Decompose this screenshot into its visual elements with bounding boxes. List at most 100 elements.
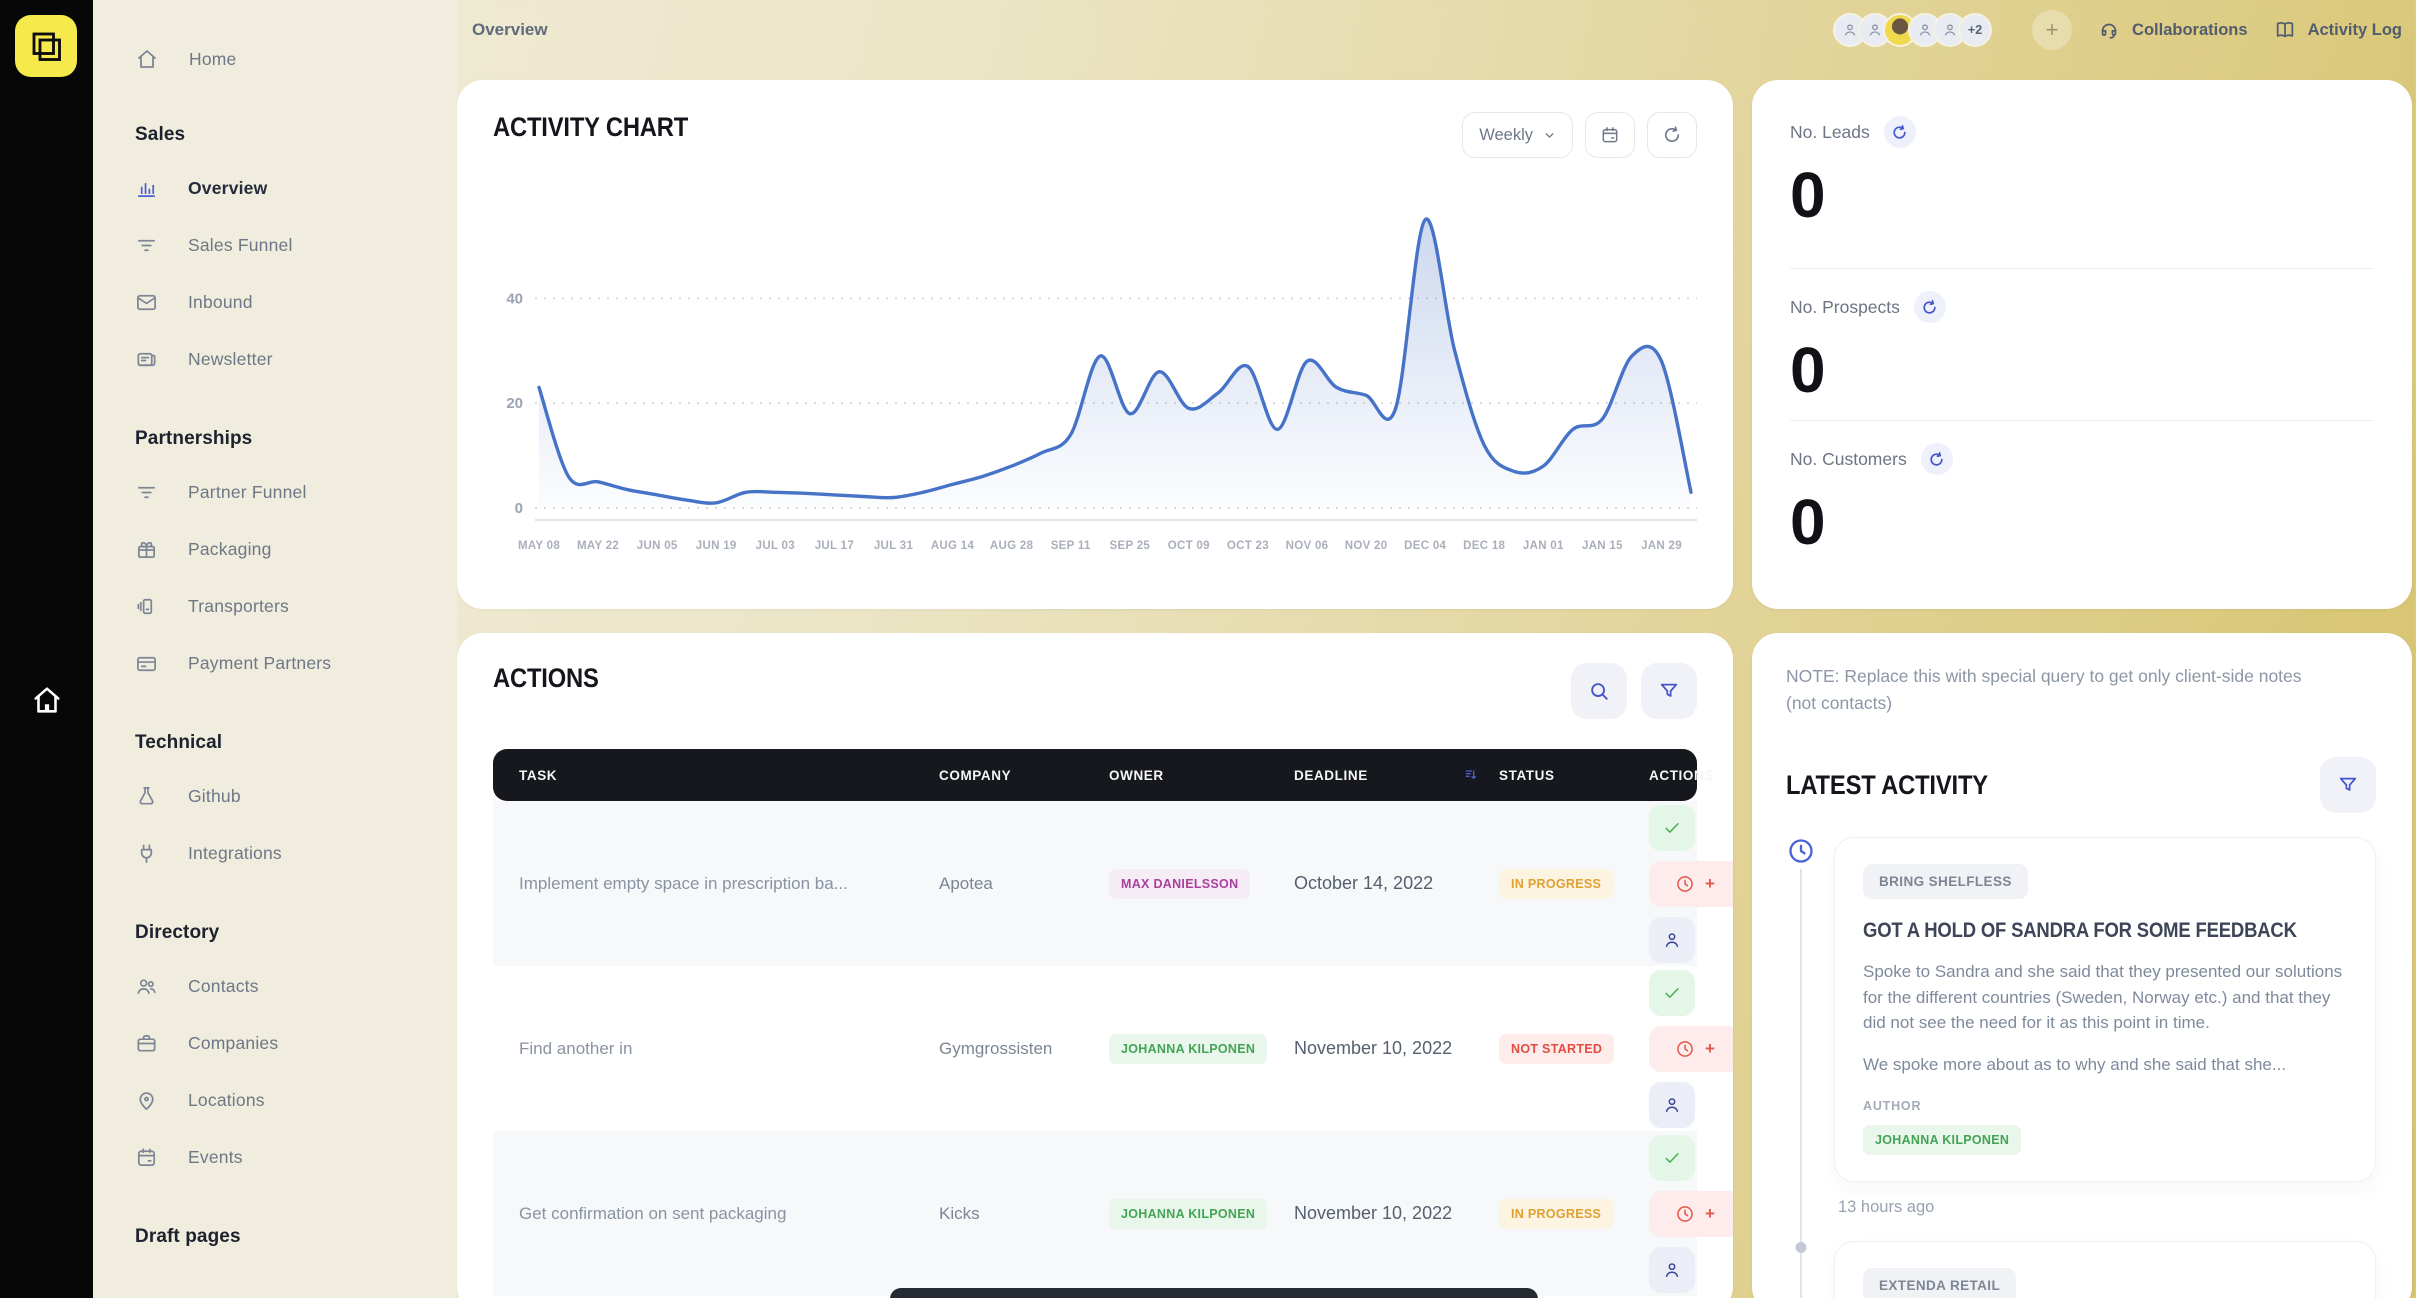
sidebar-item-integrations[interactable]: Integrations <box>135 825 457 882</box>
table-row[interactable]: Find another inGymgrossistenJOHANNA KILP… <box>493 966 1697 1131</box>
person-icon <box>1917 22 1933 38</box>
sidebar-item-sales-funnel[interactable]: Sales Funnel <box>135 217 457 274</box>
sidebar-section-title: Technical <box>135 732 457 754</box>
headset-icon <box>2098 19 2120 41</box>
snooze-task-button[interactable]: + <box>1649 861 1733 907</box>
stat-no-leads: No. Leads0 <box>1790 116 2374 268</box>
row-actions: + <box>1649 805 1733 963</box>
sidebar-item-transporters[interactable]: Transporters <box>135 578 457 635</box>
horizontal-scrollbar[interactable] <box>890 1288 1538 1298</box>
reassign-task-button[interactable] <box>1649 1082 1695 1128</box>
logo-frames-icon <box>28 28 64 64</box>
sidebar-item-label: Overview <box>188 178 267 199</box>
snooze-task-button[interactable]: + <box>1649 1026 1733 1072</box>
app-logo[interactable] <box>15 15 77 77</box>
sidebar-item-contacts[interactable]: Contacts <box>135 958 457 1015</box>
stat-label: No. Prospects <box>1790 297 1900 318</box>
stat-label: No. Leads <box>1790 122 1870 143</box>
avatar-group[interactable]: +2 <box>1833 13 1992 47</box>
column-header-deadline[interactable]: DEADLINE <box>1294 767 1499 783</box>
stat-refresh-button[interactable] <box>1884 116 1916 148</box>
sidebar-item-partner-funnel[interactable]: Partner Funnel <box>135 464 457 521</box>
sidebar-item-label: Github <box>188 786 241 807</box>
column-header-company[interactable]: COMPANY <box>939 768 1109 783</box>
sidebar-item-companies[interactable]: Companies <box>135 1015 457 1072</box>
app-rail <box>0 0 93 1298</box>
rail-home-icon[interactable] <box>30 683 64 717</box>
sidebar-section-title: Sales <box>135 124 457 146</box>
column-header-actions[interactable]: ACTIONS <box>1649 768 1714 783</box>
sidebar-item-packaging[interactable]: Packaging <box>135 521 457 578</box>
sidebar-item-events[interactable]: Events <box>135 1129 457 1186</box>
sidebar-item-label: Newsletter <box>188 349 273 370</box>
period-select[interactable]: Weekly <box>1462 112 1573 158</box>
breadcrumb[interactable]: Overview <box>472 20 548 40</box>
sidebar-item-payment-partners[interactable]: Payment Partners <box>135 635 457 692</box>
activity-timestamp: 13 hours ago <box>1838 1198 2376 1217</box>
home-icon <box>135 47 159 71</box>
reassign-task-button[interactable] <box>1649 917 1695 963</box>
reassign-task-button[interactable] <box>1649 1247 1695 1293</box>
x-axis-label: JUL 03 <box>756 540 795 552</box>
x-axis-label: SEP 11 <box>1051 540 1091 552</box>
period-select-value: Weekly <box>1479 126 1533 145</box>
x-axis-label: DEC 18 <box>1463 540 1505 552</box>
clock-icon <box>1787 837 1815 865</box>
people-icon <box>135 975 158 998</box>
latest-activity-filter-button[interactable] <box>2320 757 2376 813</box>
plug-icon <box>135 842 158 865</box>
bar-chart-icon <box>135 177 158 200</box>
complete-task-button[interactable] <box>1649 1135 1695 1181</box>
table-row[interactable]: Get confirmation on sent packagingKicksJ… <box>493 1131 1697 1296</box>
sort-icon[interactable] <box>1463 767 1479 783</box>
table-row[interactable]: Implement empty space in prescription ba… <box>493 801 1697 966</box>
owner-cell: MAX DANIELSSON <box>1109 869 1294 899</box>
status-cell: IN PROGRESS <box>1499 869 1649 899</box>
stat-no-customers: No. Customers0 <box>1790 420 2374 572</box>
refresh-icon <box>1662 125 1682 145</box>
column-header-owner[interactable]: OWNER <box>1109 768 1294 783</box>
sidebar-item-github[interactable]: Github <box>135 768 457 825</box>
sidebar-item-inbound[interactable]: Inbound <box>135 274 457 331</box>
stat-refresh-button[interactable] <box>1914 291 1946 323</box>
snooze-task-button[interactable]: + <box>1649 1191 1733 1237</box>
add-collaborator-button[interactable]: + <box>2032 10 2072 50</box>
actions-search-button[interactable] <box>1571 663 1627 719</box>
sidebar-item-home[interactable]: Home <box>135 34 457 84</box>
filter-icon <box>2337 774 2359 796</box>
chart-refresh-button[interactable] <box>1647 112 1697 158</box>
x-axis-label: AUG 14 <box>931 540 974 552</box>
stat-refresh-button[interactable] <box>1921 443 1953 475</box>
status-cell: NOT STARTED <box>1499 1034 1649 1064</box>
plus-icon: + <box>1705 874 1715 894</box>
avatar-overflow-badge[interactable]: +2 <box>1958 13 1992 47</box>
activity-card[interactable]: EXTENDA RETAIL <box>1834 1241 2376 1298</box>
status-badge: IN PROGRESS <box>1499 1199 1613 1229</box>
sidebar-item-newsletter[interactable]: Newsletter <box>135 331 457 388</box>
activity-chart: 02040 MAY 08MAY 22JUN 05JUN 19JUL 03JUL … <box>493 176 1697 576</box>
sidebar-item-label: Integrations <box>188 843 282 864</box>
calendar-picker-button[interactable] <box>1585 112 1635 158</box>
activity-log-button[interactable]: Activity Log <box>2274 19 2402 41</box>
owner-cell: JOHANNA KILPONEN <box>1109 1199 1294 1229</box>
activity-card[interactable]: BRING SHELFLESSGOT A HOLD OF SANDRA FOR … <box>1834 837 2376 1182</box>
column-header-status[interactable]: STATUS <box>1499 768 1649 783</box>
svg-text:0: 0 <box>515 500 523 517</box>
complete-task-button[interactable] <box>1649 805 1695 851</box>
collaborations-button[interactable]: Collaborations <box>2098 19 2248 41</box>
column-header-task[interactable]: TASK <box>519 768 939 783</box>
x-axis-label: JUL 17 <box>815 540 854 552</box>
sidebar-section-title: Directory <box>135 922 457 944</box>
actions-filter-button[interactable] <box>1641 663 1697 719</box>
company-tag: BRING SHELFLESS <box>1863 864 2028 899</box>
x-axis-label: DEC 04 <box>1404 540 1446 552</box>
sidebar-item-locations[interactable]: Locations <box>135 1072 457 1129</box>
collaborations-label: Collaborations <box>2132 21 2248 40</box>
activity-body: Spoke to Sandra and she said that they p… <box>1863 959 2347 1036</box>
deadline-cell: November 10, 2022 <box>1294 1038 1499 1059</box>
complete-task-button[interactable] <box>1649 970 1695 1016</box>
task-cell: Get confirmation on sent packaging <box>519 1204 939 1224</box>
owner-badge: JOHANNA KILPONEN <box>1109 1199 1267 1229</box>
sidebar-item-overview[interactable]: Overview <box>135 160 457 217</box>
book-icon <box>2274 19 2296 41</box>
